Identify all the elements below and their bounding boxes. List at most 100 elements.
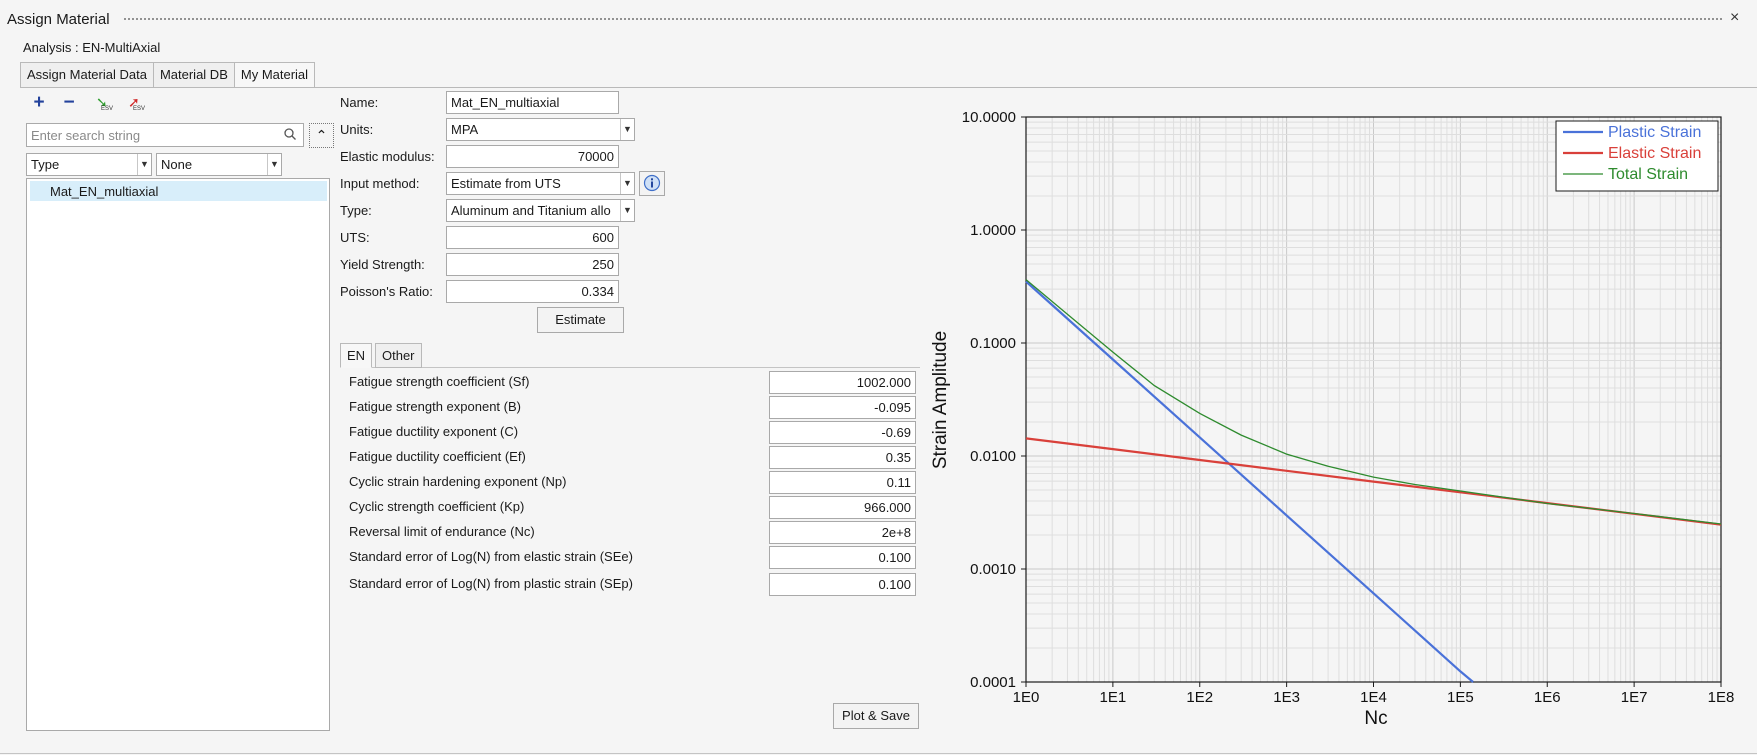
yield-strength-field[interactable]: 250 — [446, 253, 619, 276]
chart-grid — [1025, 117, 1721, 683]
chevron-down-icon: ▼ — [267, 154, 281, 175]
legend-label: Plastic Strain — [1608, 124, 1701, 141]
value-filter-select[interactable]: None ▼ — [156, 153, 282, 176]
window-title: Assign Material — [7, 11, 110, 28]
type-value: Aluminum and Titanium allo — [451, 203, 611, 218]
en-param-field[interactable]: -0.69 — [769, 421, 916, 444]
tab-en[interactable]: EN — [340, 343, 373, 368]
type-label: Type: — [340, 203, 372, 218]
en-param-label: Standard error of Log(N) from elastic st… — [349, 549, 633, 564]
en-param-label: Reversal limit of endurance (Nc) — [349, 524, 535, 539]
input-method-value: Estimate from UTS — [451, 176, 561, 191]
x-tick-label: 1E4 — [1360, 689, 1387, 706]
estimate-button[interactable]: Estimate — [537, 307, 624, 333]
yield-strength-label: Yield Strength: — [340, 257, 425, 272]
collapse-button[interactable]: ⌃ — [309, 123, 334, 148]
search-icon[interactable] — [283, 127, 297, 141]
en-param-field[interactable]: 966.000 — [769, 496, 916, 519]
tab-assign-material-data[interactable]: Assign Material Data — [20, 62, 154, 88]
series-line-plastic-strain — [1025, 280, 1474, 683]
add-material-button[interactable]: + — [28, 93, 50, 115]
units-select[interactable]: MPA ▼ — [446, 118, 635, 141]
tab-other[interactable]: Other — [375, 343, 422, 368]
x-tick-label: 1E1 — [1100, 689, 1127, 706]
en-param-label: Standard error of Log(N) from plastic st… — [349, 576, 633, 591]
info-icon — [643, 174, 661, 192]
en-param-label: Fatigue ductility coefficient (Ef) — [349, 449, 526, 464]
y-tick-label: 1.0000 — [970, 222, 1016, 239]
legend-label: Elastic Strain — [1608, 145, 1701, 162]
units-value: MPA — [451, 122, 479, 137]
list-item[interactable]: Mat_EN_multiaxial — [30, 181, 327, 201]
en-param-label: Fatigue ductility exponent (C) — [349, 424, 519, 439]
elastic-modulus-label: Elastic modulus: — [340, 149, 435, 164]
tab-material-db[interactable]: Material DB — [152, 62, 235, 88]
input-method-label: Input method: — [340, 176, 420, 191]
subtab-divider — [340, 367, 920, 368]
import-esv-button[interactable]: ➘ ESV — [92, 94, 114, 118]
chevron-down-icon: ▼ — [620, 119, 634, 140]
type-filter-select[interactable]: Type ▼ — [26, 153, 152, 176]
en-param-field[interactable]: -0.095 — [769, 396, 916, 419]
chevron-down-icon: ▼ — [620, 173, 634, 194]
en-param-label: Fatigue strength coefficient (Sf) — [349, 374, 530, 389]
elastic-modulus-field[interactable]: 70000 — [446, 145, 619, 168]
en-param-field[interactable]: 1002.000 — [769, 371, 916, 394]
legend-label: Total Strain — [1608, 166, 1688, 183]
analysis-label: Analysis : EN-MultiAxial — [23, 40, 161, 55]
chart-legend: Plastic Strain Elastic Strain Total Strain — [1555, 120, 1719, 192]
type-select[interactable]: Aluminum and Titanium allo ▼ — [446, 199, 635, 222]
x-axis-title: Nc — [1364, 708, 1387, 729]
poisson-ratio-label: Poisson's Ratio: — [340, 284, 433, 299]
en-param-field[interactable]: 0.35 — [769, 446, 916, 469]
uts-label: UTS: — [340, 230, 370, 245]
x-tick-label: 1E5 — [1447, 689, 1474, 706]
chart-ticks: 1E0 1E1 1E2 1E3 1E4 1E5 1E6 1E7 1E8 10.0000 1.0000… — [962, 109, 1735, 706]
en-param-label: Cyclic strength coefficient (Kp) — [349, 499, 525, 514]
chevron-down-icon: ▼ — [620, 200, 634, 221]
strain-life-chart: 1E0 1E1 1E2 1E3 1E4 1E5 1E6 1E7 1E8 10.0000 1.0000… — [930, 109, 1735, 729]
y-tick-label: 0.0010 — [970, 561, 1016, 578]
en-param-label: Fatigue strength exponent (B) — [349, 399, 521, 414]
en-param-field[interactable]: 0.100 — [769, 573, 916, 596]
en-param-field[interactable]: 0.11 — [769, 471, 916, 494]
export-esv-button[interactable]: ➚ ESV — [124, 94, 146, 118]
plot-save-button[interactable]: Plot & Save — [833, 703, 919, 729]
material-list: Mat_EN_multiaxial — [26, 178, 330, 731]
poisson-ratio-field[interactable]: 0.334 — [446, 280, 619, 303]
tab-my-material[interactable]: My Material — [233, 62, 316, 88]
x-tick-label: 1E2 — [1186, 689, 1213, 706]
en-param-label: Cyclic strain hardening exponent (Np) — [349, 474, 567, 489]
name-field[interactable]: Mat_EN_multiaxial — [446, 91, 619, 114]
x-tick-label: 1E3 — [1273, 689, 1300, 706]
search-input[interactable] — [27, 124, 267, 146]
search-box — [26, 123, 304, 147]
tab-divider — [20, 87, 1757, 88]
dialog-bottom-border — [0, 753, 1757, 754]
input-method-select[interactable]: Estimate from UTS ▼ — [446, 172, 635, 195]
y-tick-label: 0.0001 — [970, 674, 1016, 691]
uts-field[interactable]: 600 — [446, 226, 619, 249]
x-tick-label: 1E8 — [1708, 689, 1735, 706]
en-param-field[interactable]: 2e+8 — [769, 521, 916, 544]
name-label: Name: — [340, 95, 379, 110]
y-axis-title: Strain Amplitude — [930, 331, 951, 469]
esv-label: ESV — [101, 106, 114, 112]
x-tick-label: 1E7 — [1621, 689, 1648, 706]
x-tick-label: 1E0 — [1013, 689, 1040, 706]
y-tick-label: 0.1000 — [970, 335, 1016, 352]
esv-label: ESV — [133, 106, 146, 112]
type-filter-value: Type — [31, 157, 60, 172]
y-tick-label: 10.0000 — [962, 109, 1016, 126]
units-label: Units: — [340, 122, 374, 137]
value-filter-value: None — [161, 157, 193, 172]
title-drag-handle[interactable] — [123, 17, 1723, 22]
x-tick-label: 1E6 — [1534, 689, 1561, 706]
main-tabs: Assign Material Data Material DB My Mate… — [20, 62, 316, 88]
y-tick-label: 0.0100 — [970, 448, 1016, 465]
info-button[interactable] — [639, 171, 665, 196]
en-param-field[interactable]: 0.100 — [769, 546, 916, 569]
close-icon[interactable]: × — [1730, 9, 1739, 27]
remove-material-button[interactable]: − — [58, 93, 80, 115]
chevron-down-icon: ▼ — [137, 154, 151, 175]
